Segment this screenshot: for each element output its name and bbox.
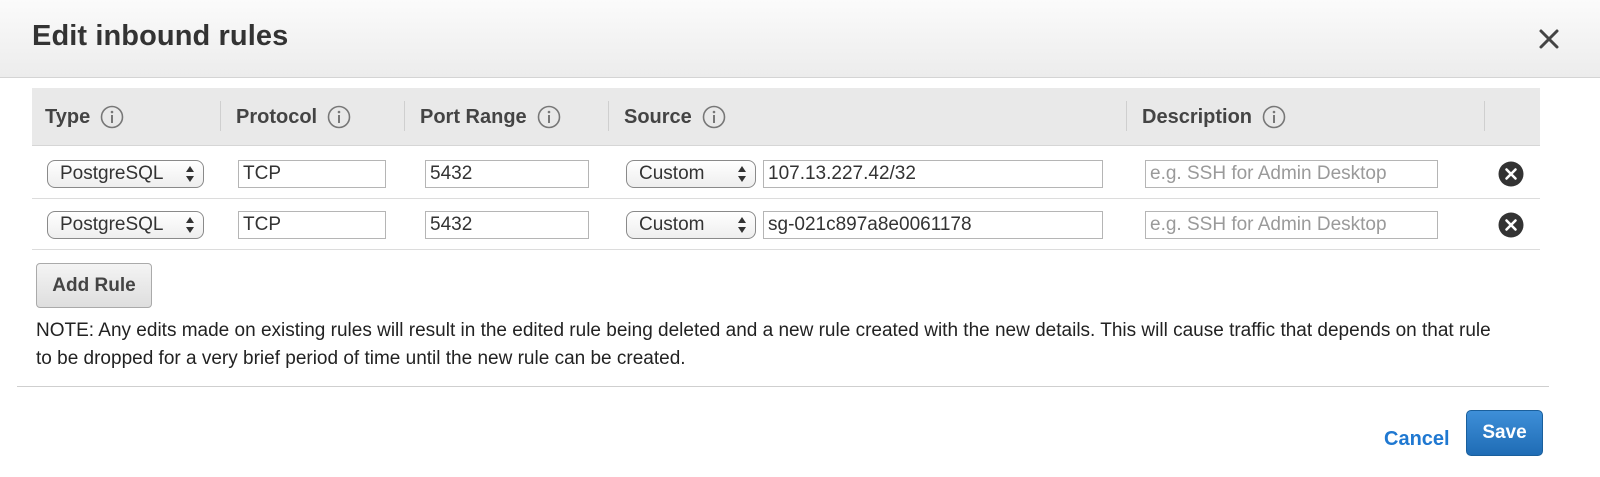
add-rule-button[interactable]: Add Rule bbox=[36, 263, 152, 308]
info-icon[interactable] bbox=[327, 105, 351, 129]
source-type-select-value: Custom bbox=[639, 214, 705, 235]
save-button[interactable]: Save bbox=[1466, 410, 1543, 456]
remove-icon[interactable] bbox=[1498, 212, 1524, 238]
source-type-select[interactable]: Custom bbox=[626, 160, 756, 188]
source-value-field[interactable] bbox=[763, 160, 1103, 188]
type-select[interactable]: PostgreSQL bbox=[47, 211, 204, 239]
info-icon[interactable] bbox=[1262, 105, 1286, 129]
protocol-field[interactable] bbox=[238, 211, 386, 239]
info-icon[interactable] bbox=[702, 105, 726, 129]
select-arrows-icon bbox=[186, 217, 194, 233]
column-header-type: Type bbox=[45, 88, 124, 146]
column-label-source: Source bbox=[624, 105, 692, 128]
column-label-description: Description bbox=[1142, 105, 1253, 128]
description-field[interactable] bbox=[1145, 211, 1438, 239]
type-select[interactable]: PostgreSQL bbox=[47, 160, 204, 188]
column-label-port-range: Port Range bbox=[420, 105, 527, 128]
column-header-description: Description bbox=[1142, 88, 1286, 146]
dialog-title: Edit inbound rules bbox=[32, 20, 289, 52]
dialog-header: Edit inbound rules bbox=[0, 0, 1600, 78]
type-select-value: PostgreSQL bbox=[60, 214, 164, 235]
column-header-protocol: Protocol bbox=[236, 88, 351, 146]
rule-row: PostgreSQL Custom bbox=[32, 200, 1540, 250]
select-arrows-icon bbox=[738, 217, 746, 233]
edit-note: NOTE: Any edits made on existing rules w… bbox=[36, 320, 1491, 369]
type-select-value: PostgreSQL bbox=[60, 163, 164, 184]
column-header-source: Source bbox=[624, 88, 726, 146]
description-field[interactable] bbox=[1145, 160, 1438, 188]
select-arrows-icon bbox=[186, 166, 194, 182]
info-icon[interactable] bbox=[537, 105, 561, 129]
column-label-type: Type bbox=[45, 105, 91, 128]
protocol-field[interactable] bbox=[238, 160, 386, 188]
port-range-field[interactable] bbox=[425, 160, 589, 188]
rule-row: PostgreSQL Custom bbox=[32, 149, 1540, 199]
rules-table-header: Type Protocol Port Range Source Descript… bbox=[32, 88, 1540, 146]
cancel-button[interactable]: Cancel bbox=[1384, 428, 1450, 451]
column-label-protocol: Protocol bbox=[236, 105, 318, 128]
source-type-select-value: Custom bbox=[639, 163, 705, 184]
source-value-field[interactable] bbox=[763, 211, 1103, 239]
remove-icon[interactable] bbox=[1498, 161, 1524, 187]
close-icon[interactable] bbox=[1534, 24, 1564, 54]
info-icon[interactable] bbox=[100, 105, 124, 129]
column-header-port-range: Port Range bbox=[420, 88, 561, 146]
footer-divider bbox=[17, 386, 1549, 387]
port-range-field[interactable] bbox=[425, 211, 589, 239]
source-type-select[interactable]: Custom bbox=[626, 211, 756, 239]
select-arrows-icon bbox=[738, 166, 746, 182]
